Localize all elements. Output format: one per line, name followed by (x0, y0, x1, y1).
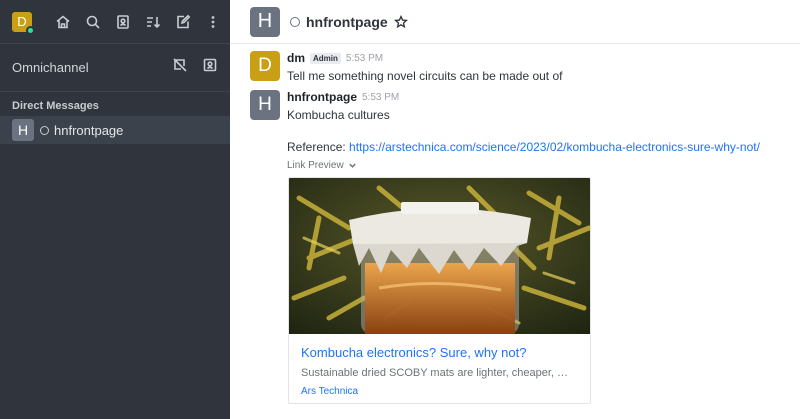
omnichannel-label: Omnichannel (12, 60, 89, 75)
kebab-menu-icon[interactable] (198, 7, 228, 37)
link-preview-card[interactable]: Kombucha electronics? Sure, why not? Sus… (288, 177, 591, 404)
online-status-dot (26, 25, 35, 35)
avatar[interactable]: D (250, 51, 280, 81)
preview-title[interactable]: Kombucha electronics? Sure, why not? (301, 345, 526, 360)
dm-avatar-initial: H (17, 122, 29, 138)
chevron-down-icon (348, 163, 356, 168)
offline-status-icon (290, 16, 300, 27)
omnichannel-section: Omnichannel (0, 44, 230, 92)
avatar: H (12, 119, 34, 141)
user-avatar-initial: D (17, 14, 27, 29)
user-avatar[interactable]: D (12, 11, 35, 35)
sidebar-header: D (0, 0, 230, 44)
room-avatar[interactable]: H (250, 6, 280, 37)
message-author[interactable]: hnfrontpage (287, 90, 357, 104)
directory-icon[interactable] (108, 7, 138, 37)
create-new-icon[interactable] (168, 7, 198, 37)
message-avatar-initial: D (258, 55, 272, 76)
message-text: Tell me something novel circuits can be … (287, 69, 563, 83)
room-title[interactable]: hnfrontpage (306, 14, 388, 30)
preview-description: Sustainable dried SCOBY mats are lighter… (301, 367, 568, 379)
offline-status-icon (40, 125, 49, 135)
sidebar-item-label: hnfrontpage (54, 122, 124, 138)
message-author[interactable]: dm (287, 51, 305, 65)
preview-site[interactable]: Ars Technica (301, 386, 358, 397)
reference-line: Reference: https://arstechnica.com/scien… (287, 140, 787, 154)
star-icon[interactable] (393, 14, 408, 29)
message-time: 5:53 PM (345, 52, 384, 64)
message-text: Kombucha cultures (287, 108, 390, 122)
room-header: H hnfrontpage (230, 0, 800, 44)
sidebar: D Omnichannel Direct Messages H hnfrontp… (0, 0, 230, 419)
reference-label: Reference: (287, 140, 346, 154)
avatar[interactable]: H (250, 90, 280, 120)
reference-link[interactable]: https://arstechnica.com/science/2023/02/… (349, 140, 760, 154)
home-icon[interactable] (48, 7, 78, 37)
room-main: H hnfrontpage D dm Admin 5:53 PM Tell me… (230, 0, 800, 419)
direct-messages-title: Direct Messages (12, 100, 99, 112)
preview-image[interactable] (289, 178, 590, 334)
room-avatar-initial: H (257, 10, 273, 32)
role-badge: Admin (310, 52, 341, 64)
message-avatar-initial: H (258, 94, 272, 115)
sidebar-item-hnfrontpage[interactable]: H hnfrontpage (0, 116, 230, 144)
link-preview-toggle[interactable]: Link Preview (287, 160, 357, 171)
omnichannel-unavailable-icon[interactable] (172, 57, 188, 78)
message-time: 5:53 PM (362, 91, 400, 103)
sort-icon[interactable] (138, 7, 168, 37)
link-preview-label: Link Preview (287, 160, 344, 171)
contact-center-icon[interactable] (202, 57, 218, 78)
search-icon[interactable] (78, 7, 108, 37)
